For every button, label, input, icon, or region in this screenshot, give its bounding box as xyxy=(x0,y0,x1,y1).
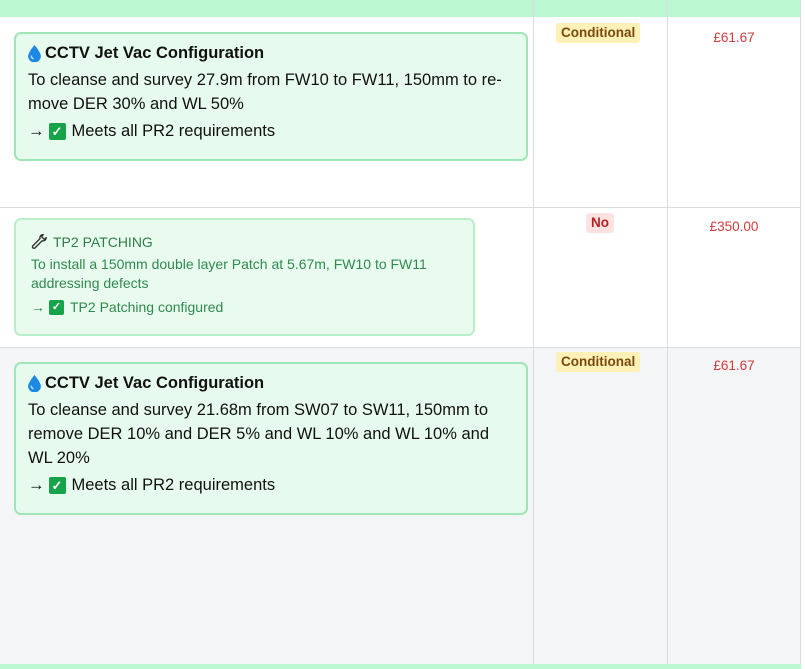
water-drop-icon xyxy=(28,375,41,392)
check-box-icon: ✓ xyxy=(48,477,66,494)
card-status-text: TP2 Patching configured xyxy=(70,299,224,315)
status-badge: No xyxy=(586,213,614,233)
check-box-icon: ✓ xyxy=(49,299,64,315)
card-description-line: addressing defects xyxy=(31,275,149,291)
cctv-config-card[interactable]: CCTV Jet Vac Configuration To cleanse an… xyxy=(14,362,528,515)
wrench-icon xyxy=(31,233,47,249)
card-description-line: move DER 30% and WL 50% xyxy=(28,95,244,113)
card-status: → ✓ TP2 Patching configured xyxy=(31,299,463,315)
scroll-edge xyxy=(801,0,805,669)
arrow-icon: → xyxy=(31,299,45,315)
table-header xyxy=(0,0,801,18)
card-description: To cleanse and survey 27.9m from FW10 to… xyxy=(28,68,516,116)
card-description-line: To install a 150mm double layer Patch at… xyxy=(31,256,427,272)
price-value: £61.67 xyxy=(713,358,755,373)
card-description-line: To cleanse and survey 27.9m from FW10 to… xyxy=(28,71,502,89)
card-description-line: remove DER 10% and DER 5% and WL 10% and… xyxy=(28,425,490,443)
price-value: £61.67 xyxy=(713,30,755,45)
table-footer-edge xyxy=(0,664,801,669)
check-box-icon: ✓ xyxy=(48,123,66,140)
card-title-text: CCTV Jet Vac Configuration xyxy=(45,44,265,62)
card-status: → ✓ Meets all PR2 requirements xyxy=(28,476,516,495)
table-row: CCTV Jet Vac Configuration To cleanse an… xyxy=(0,17,801,208)
card-title: CCTV Jet Vac Configuration xyxy=(28,44,516,63)
arrow-icon: → xyxy=(28,476,45,494)
table-row: TP2 PATCHING To install a 150mm double l… xyxy=(0,208,801,348)
card-title-text: CCTV Jet Vac Configuration xyxy=(45,374,265,392)
price-value: £350.00 xyxy=(709,219,759,234)
card-description-line: WL 20% xyxy=(28,449,90,467)
status-badge: Conditional xyxy=(556,352,641,372)
cctv-config-card[interactable]: CCTV Jet Vac Configuration To cleanse an… xyxy=(14,32,528,161)
card-title-text: TP2 PATCHING xyxy=(53,233,153,250)
card-status-text: Meets all PR2 requirements xyxy=(71,122,276,140)
card-description: To cleanse and survey 21.68m from SW07 t… xyxy=(28,398,516,470)
status-badge: Conditional xyxy=(556,23,641,43)
card-status-text: Meets all PR2 requirements xyxy=(71,476,276,494)
tp2-patching-card[interactable]: TP2 PATCHING To install a 150mm double l… xyxy=(14,218,475,336)
column-divider xyxy=(533,0,534,664)
card-description-line: To cleanse and survey 21.68m from SW07 t… xyxy=(28,401,489,419)
card-title: CCTV Jet Vac Configuration xyxy=(28,374,516,393)
card-description: To install a 150mm double layer Patch at… xyxy=(31,255,463,293)
table-row: CCTV Jet Vac Configuration To cleanse an… xyxy=(0,348,801,664)
water-drop-icon xyxy=(28,45,41,62)
column-divider xyxy=(667,0,668,664)
arrow-icon: → xyxy=(28,122,45,140)
card-title: TP2 PATCHING xyxy=(31,233,463,250)
card-status: → ✓ Meets all PR2 requirements xyxy=(28,122,516,141)
